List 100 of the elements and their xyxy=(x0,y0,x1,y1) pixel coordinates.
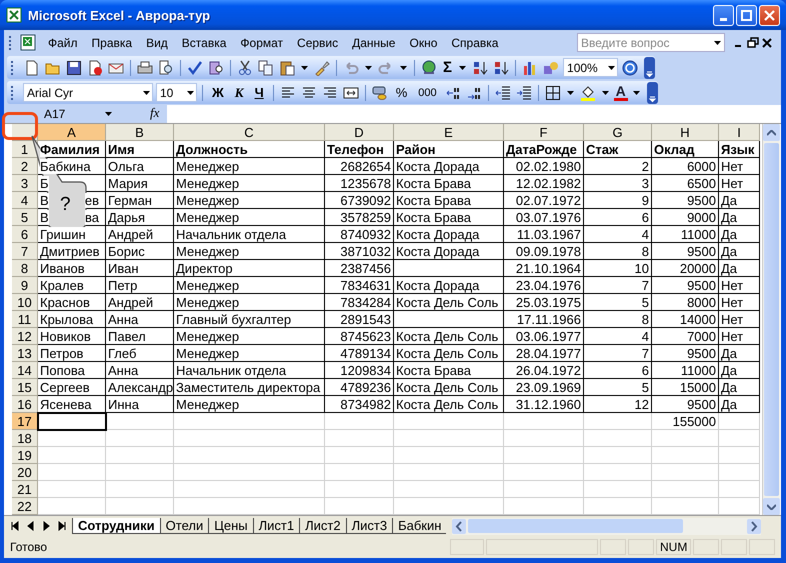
scroll-down-icon[interactable] xyxy=(767,504,776,510)
menu-item[interactable]: Файл xyxy=(42,34,84,52)
name-box[interactable]: A17 xyxy=(4,105,114,123)
column-header[interactable]: C xyxy=(174,124,325,141)
dropdown-arrow-icon[interactable] xyxy=(566,90,574,94)
autosum-button[interactable]: Σ xyxy=(441,59,454,76)
toolbar-options-icon[interactable] xyxy=(644,56,656,78)
row-header[interactable]: 15 xyxy=(12,379,38,396)
shapes-icon[interactable] xyxy=(543,60,560,76)
column-header[interactable]: F xyxy=(504,124,584,141)
sort-descending-icon[interactable] xyxy=(493,60,510,76)
sheet-tab[interactable]: Лист2 xyxy=(299,518,346,534)
align-right-icon[interactable] xyxy=(322,84,338,100)
dropdown-arrow-icon[interactable] xyxy=(714,40,721,44)
column-header[interactable]: D xyxy=(325,124,394,141)
help-icon[interactable] xyxy=(622,60,638,76)
dropdown-arrow-icon[interactable] xyxy=(301,66,308,70)
clipboard-icon[interactable] xyxy=(279,60,295,76)
blank-page-icon[interactable] xyxy=(24,60,40,76)
row-header[interactable]: 19 xyxy=(12,447,38,464)
dropdown-arrow-icon[interactable] xyxy=(632,90,640,94)
scissors-icon[interactable] xyxy=(237,60,253,76)
font-color-button[interactable]: A xyxy=(614,84,628,100)
close-icon[interactable] xyxy=(761,36,773,48)
row-header[interactable]: 13 xyxy=(12,345,38,362)
sheet-tab[interactable]: Сотрудники xyxy=(72,518,160,534)
restore-icon[interactable] xyxy=(747,36,759,48)
row-header[interactable]: 6 xyxy=(12,226,38,243)
align-left-icon[interactable] xyxy=(280,84,296,100)
active-cell[interactable] xyxy=(38,413,106,430)
align-center-icon[interactable] xyxy=(300,84,317,100)
horizontal-scrollbar[interactable] xyxy=(452,518,761,534)
copy-icon[interactable] xyxy=(258,60,274,76)
scroll-right-icon[interactable] xyxy=(747,518,761,534)
scroll-left-icon[interactable] xyxy=(452,518,466,534)
scroll-up-icon[interactable] xyxy=(767,130,776,136)
help-search-field[interactable]: Введите вопрос xyxy=(577,33,725,52)
column-header[interactable]: H xyxy=(652,124,719,141)
sheet-tab[interactable]: Цены xyxy=(208,518,253,534)
row-header[interactable]: 22 xyxy=(12,498,38,515)
row-header[interactable]: 1 xyxy=(12,141,38,158)
row-header[interactable]: 11 xyxy=(12,311,38,328)
dropdown-arrow-icon[interactable] xyxy=(400,66,407,70)
spell-check-icon[interactable] xyxy=(187,60,203,76)
fill-bucket-icon[interactable] xyxy=(580,84,596,100)
column-header[interactable]: E xyxy=(394,124,504,141)
vertical-scrollbar[interactable] xyxy=(762,124,780,515)
menu-item[interactable]: Данные xyxy=(346,34,402,52)
row-header[interactable]: 3 xyxy=(12,175,38,192)
italic-button[interactable]: К xyxy=(230,84,248,100)
row-header[interactable]: 8 xyxy=(12,260,38,277)
dropdown-arrow-icon[interactable] xyxy=(105,112,112,116)
document-stop-icon[interactable] xyxy=(87,60,103,76)
row-header[interactable]: 14 xyxy=(12,362,38,379)
menu-item[interactable]: Вид xyxy=(140,34,174,52)
maximize-button[interactable] xyxy=(736,4,757,26)
row-header[interactable]: 4 xyxy=(12,192,38,209)
sheet-tab[interactable]: Бабкин xyxy=(392,518,446,534)
minimize-button[interactable] xyxy=(713,4,734,26)
coins-icon[interactable] xyxy=(372,84,388,100)
row-header[interactable]: 18 xyxy=(12,430,38,447)
row-header[interactable]: 12 xyxy=(12,328,38,345)
row-header[interactable]: 7 xyxy=(12,243,38,260)
tab-scroll-icon[interactable] xyxy=(58,521,68,531)
column-header[interactable]: G xyxy=(584,124,652,141)
dropdown-arrow-icon[interactable] xyxy=(608,66,616,70)
sheet-tab[interactable]: Лист3 xyxy=(346,518,392,534)
column-header[interactable]: I xyxy=(719,124,760,141)
menu-item[interactable]: Правка xyxy=(86,34,138,52)
dropdown-arrow-icon[interactable] xyxy=(365,66,372,70)
dropdown-arrow-icon[interactable] xyxy=(459,66,466,70)
menu-item[interactable]: Вставка xyxy=(176,34,232,52)
underline-button[interactable]: Ч xyxy=(250,85,268,100)
dropdown-arrow-icon[interactable] xyxy=(602,90,609,94)
menu-item[interactable]: Окно xyxy=(403,34,444,52)
magnifier-page-icon[interactable] xyxy=(158,60,174,76)
row-header[interactable]: 5 xyxy=(12,209,38,226)
font-field[interactable]: Arial Cyr xyxy=(23,83,153,102)
dropdown-arrow-icon[interactable] xyxy=(187,90,194,94)
column-header[interactable]: A xyxy=(38,124,106,141)
indent-icon[interactable] xyxy=(516,84,532,100)
font-size-field[interactable]: 10 xyxy=(156,83,197,102)
merge-cells-icon[interactable] xyxy=(342,84,359,100)
column-header[interactable]: B xyxy=(106,124,174,141)
row-header[interactable]: 2 xyxy=(12,158,38,175)
menu-item[interactable]: Справка xyxy=(445,34,504,52)
insert-function-button[interactable]: fx xyxy=(114,105,168,123)
globe-link-icon[interactable] xyxy=(421,60,437,76)
row-header[interactable]: 20 xyxy=(12,464,38,481)
menu-item[interactable]: Формат xyxy=(234,34,290,52)
book-search-icon[interactable] xyxy=(208,60,224,76)
bold-button[interactable]: Ж xyxy=(208,85,228,100)
menu-item[interactable]: Сервис xyxy=(291,34,344,52)
toolbar-options-icon[interactable] xyxy=(646,82,658,104)
sheet-tab[interactable]: Отели xyxy=(160,518,208,534)
row-header[interactable]: 21 xyxy=(12,481,38,498)
borders-icon[interactable] xyxy=(544,84,561,100)
tab-scroll-icon[interactable] xyxy=(10,521,20,531)
zoom-field[interactable]: 100% xyxy=(563,58,618,77)
sheet-tab[interactable]: Лист1 xyxy=(252,518,300,534)
